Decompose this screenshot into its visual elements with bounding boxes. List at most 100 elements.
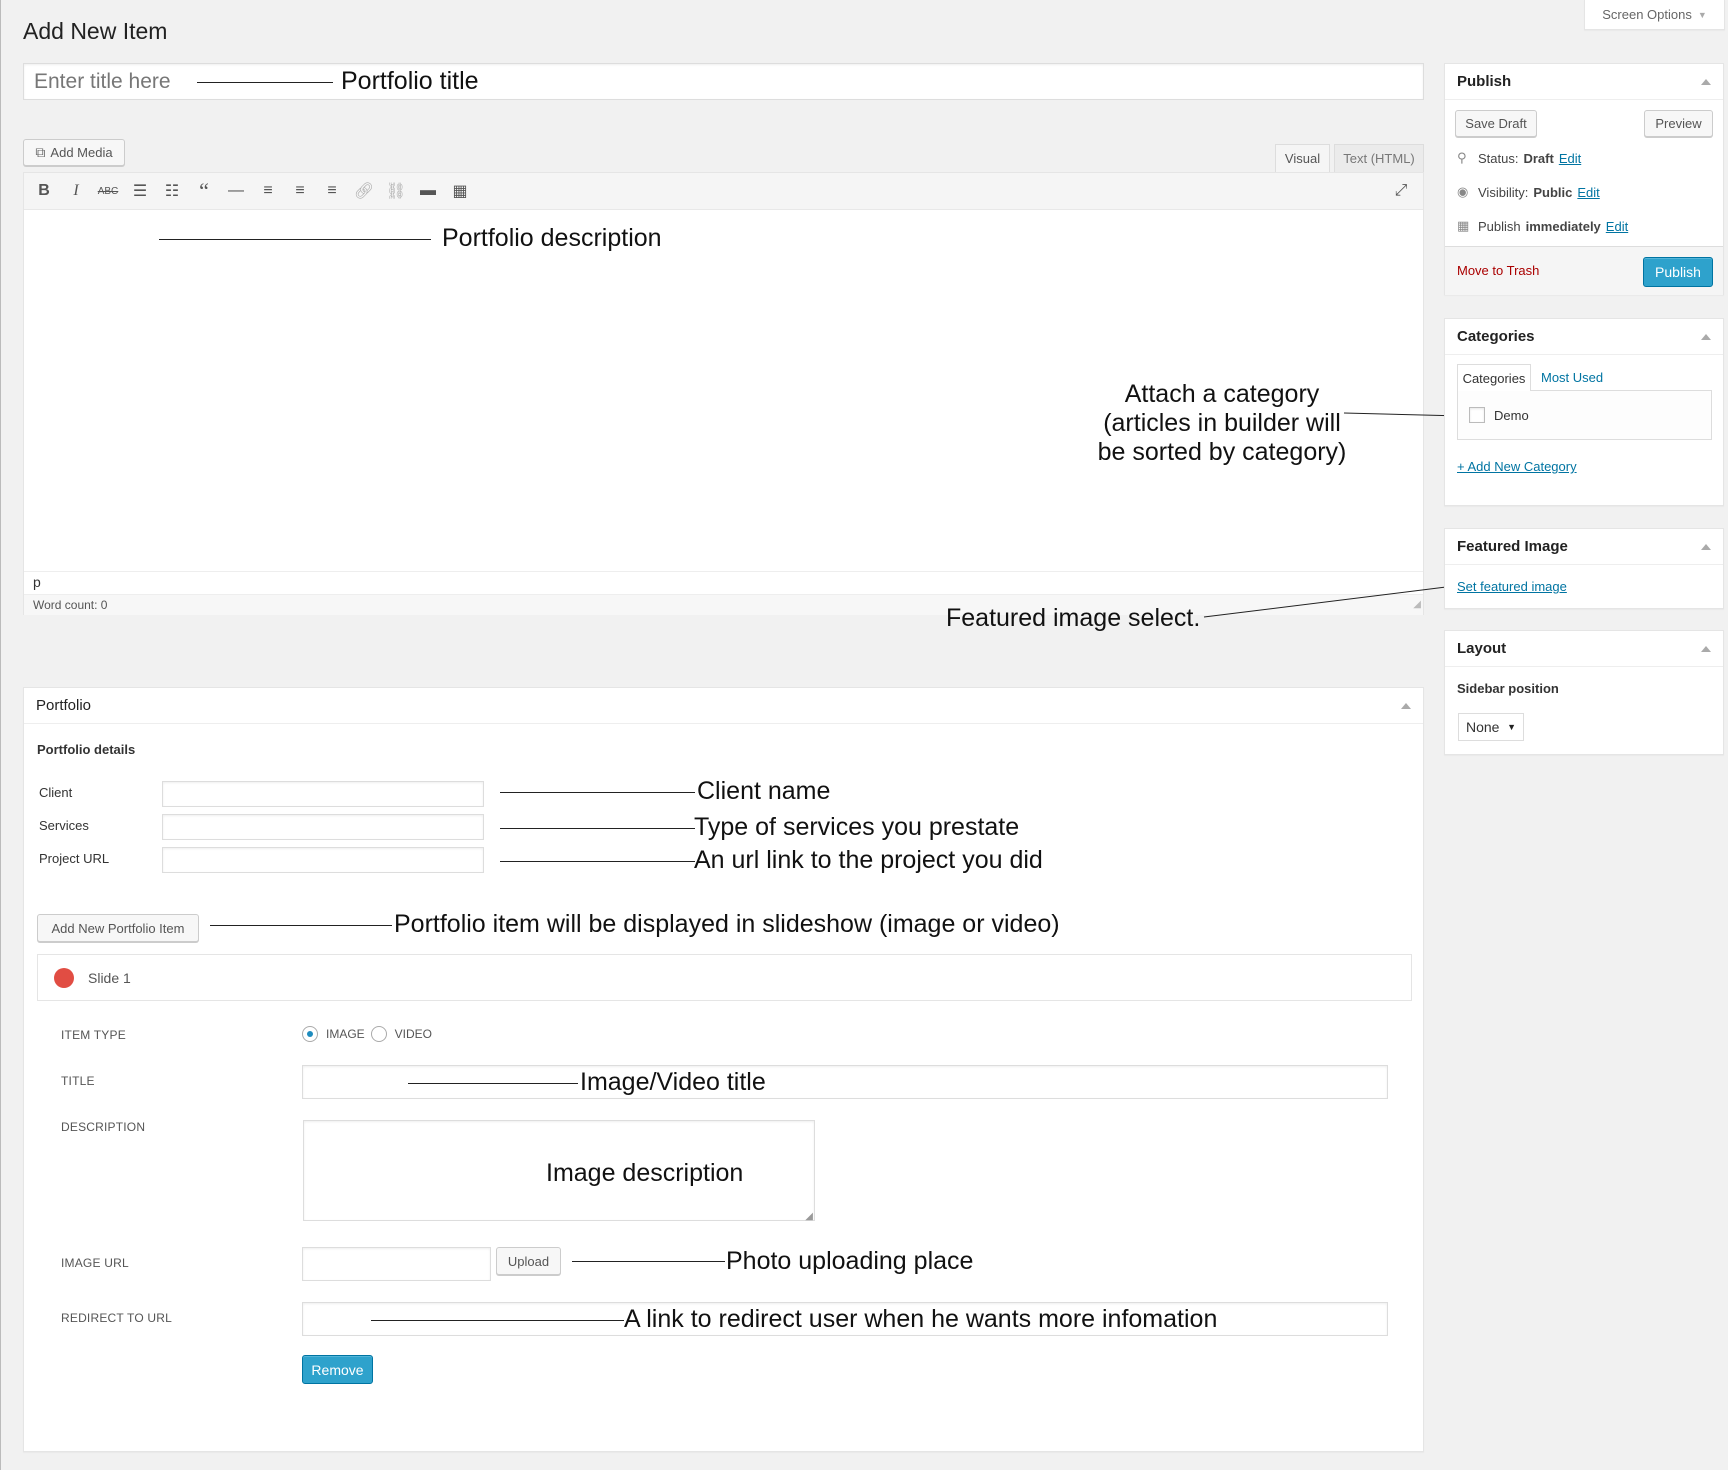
- status-value: Draft: [1523, 150, 1554, 166]
- project-url-label: Project URL: [39, 851, 110, 866]
- collapse-icon[interactable]: [1701, 645, 1711, 652]
- annotation-line: [371, 1320, 624, 1321]
- edit-schedule-link[interactable]: Edit: [1606, 219, 1628, 234]
- layout-header[interactable]: Layout: [1445, 631, 1723, 667]
- annotation-slideshow: Portfolio item will be displayed in slid…: [394, 910, 1060, 938]
- collapse-icon[interactable]: [1701, 333, 1711, 340]
- annotation-item-title: Image/Video title: [580, 1068, 766, 1096]
- edit-visibility-link[interactable]: Edit: [1577, 185, 1599, 200]
- layout-box: Layout Sidebar position None ▼: [1444, 630, 1724, 755]
- radio-image[interactable]: [302, 1026, 318, 1042]
- status-row: ⚲ Status: Draft Edit: [1457, 150, 1581, 166]
- radio-image-label: IMAGE: [326, 1027, 365, 1041]
- annotation-line: [500, 828, 695, 829]
- slide-title-input[interactable]: [302, 1065, 1388, 1099]
- annotation-project-url: An url link to the project you did: [694, 846, 1043, 874]
- annotation-redirect: A link to redirect user when he wants mo…: [624, 1305, 1218, 1333]
- tab-categories-label: Categories: [1462, 370, 1526, 386]
- client-input[interactable]: [162, 781, 484, 807]
- featured-image-header[interactable]: Featured Image: [1445, 529, 1723, 565]
- categories-header[interactable]: Categories: [1445, 319, 1723, 355]
- annotation-line: [572, 1261, 725, 1262]
- status-label: Status:: [1478, 150, 1519, 166]
- image-url-label: IMAGE URL: [61, 1256, 129, 1270]
- visibility-label: Visibility:: [1478, 184, 1529, 200]
- publish-value: immediately: [1525, 218, 1601, 234]
- visibility-value: Public: [1533, 184, 1573, 200]
- add-new-portfolio-item-button[interactable]: Add New Portfolio Item: [37, 914, 199, 942]
- annotation-line: [408, 1083, 578, 1084]
- radio-video[interactable]: [370, 1026, 387, 1042]
- publish-label: Publish: [1478, 218, 1521, 234]
- set-featured-image-link[interactable]: Set featured image: [1457, 579, 1567, 594]
- pin-icon: ⚲: [1457, 150, 1467, 165]
- portfolio-title: Portfolio: [36, 697, 92, 714]
- move-to-trash-link[interactable]: Move to Trash: [1457, 263, 1539, 278]
- project-url-input[interactable]: [162, 847, 484, 873]
- preview-button[interactable]: Preview: [1644, 110, 1713, 137]
- annotation-line: [210, 925, 392, 926]
- publish-box: Publish Save Draft Preview ⚲ Status: Dra…: [1444, 63, 1724, 295]
- featured-image-box: Featured Image Set featured image: [1444, 528, 1724, 609]
- description-label: DESCRIPTION: [61, 1120, 146, 1134]
- annotation-featured-image: Featured image select.: [946, 604, 1201, 632]
- redirect-label: REDIRECT TO URL: [61, 1311, 173, 1325]
- layout-title: Layout: [1457, 640, 1507, 657]
- collapse-icon[interactable]: [1701, 78, 1711, 85]
- category-item[interactable]: Demo: [1469, 407, 1529, 423]
- title-label: TITLE: [61, 1074, 95, 1088]
- radio-selected-dot: [307, 1031, 313, 1037]
- portfolio-details-heading: Portfolio details: [37, 742, 136, 757]
- annotation-image-description: Image description: [546, 1159, 744, 1187]
- publish-title: Publish: [1457, 73, 1512, 90]
- services-input[interactable]: [162, 814, 484, 840]
- remove-label: Remove: [311, 1361, 364, 1378]
- edit-status-link[interactable]: Edit: [1559, 151, 1581, 166]
- annotation-line: [500, 792, 695, 793]
- annotation-services: Type of services you prestate: [694, 813, 1020, 841]
- tab-most-used[interactable]: Most Used: [1541, 364, 1603, 391]
- portfolio-header[interactable]: Portfolio: [24, 688, 1423, 724]
- category-label: Demo: [1494, 407, 1529, 423]
- item-type-radios: IMAGE VIDEO: [302, 1026, 432, 1042]
- sidebar-position-value: None: [1466, 719, 1500, 735]
- schedule-row: ▦ Publish immediately Edit: [1457, 218, 1628, 234]
- upload-label: Upload: [507, 1253, 550, 1269]
- publish-header[interactable]: Publish: [1445, 64, 1723, 100]
- save-draft-button[interactable]: Save Draft: [1455, 110, 1537, 137]
- sidebar-position-select[interactable]: None ▼: [1458, 713, 1524, 741]
- upload-button[interactable]: Upload: [496, 1247, 561, 1275]
- image-url-input[interactable]: [302, 1247, 491, 1281]
- slide-status-dot: [54, 967, 74, 988]
- add-new-category-link[interactable]: + Add New Category: [1457, 459, 1577, 474]
- category-list: Demo: [1457, 390, 1712, 440]
- tab-most-used-label: Most Used: [1541, 370, 1604, 385]
- annotation-line: [500, 861, 695, 862]
- slide-label: Slide 1: [88, 969, 131, 986]
- client-label: Client: [39, 785, 73, 800]
- sidebar-position-label: Sidebar position: [1457, 681, 1559, 696]
- categories-box: Categories Categories Most Used Demo + A…: [1444, 318, 1724, 506]
- collapse-icon[interactable]: [1701, 543, 1711, 550]
- save-draft-label: Save Draft: [1465, 116, 1527, 131]
- annotation-photo-upload: Photo uploading place: [726, 1247, 974, 1275]
- featured-image-title: Featured Image: [1457, 538, 1568, 555]
- preview-label: Preview: [1655, 116, 1702, 131]
- services-label: Services: [39, 818, 89, 833]
- item-type-label: ITEM TYPE: [61, 1028, 126, 1042]
- select-arrow-icon: ▼: [1507, 722, 1516, 732]
- add-new-portfolio-item-label: Add New Portfolio Item: [51, 920, 185, 936]
- visibility-row: ◉ Visibility: Public Edit: [1457, 184, 1600, 200]
- slide-header[interactable]: Slide 1: [37, 954, 1412, 1001]
- calendar-icon: ▦: [1457, 218, 1470, 233]
- publish-button[interactable]: Publish: [1643, 257, 1713, 287]
- annotation-client-name: Client name: [697, 777, 831, 805]
- collapse-icon[interactable]: [1401, 702, 1411, 709]
- eye-icon: ◉: [1457, 184, 1469, 199]
- category-checkbox[interactable]: [1469, 407, 1485, 423]
- tab-categories[interactable]: Categories: [1457, 364, 1531, 391]
- radio-video-label: VIDEO: [394, 1027, 433, 1041]
- remove-button[interactable]: Remove: [302, 1355, 373, 1384]
- textarea-resize-icon[interactable]: ◢: [805, 1211, 813, 1222]
- categories-title: Categories: [1457, 328, 1535, 345]
